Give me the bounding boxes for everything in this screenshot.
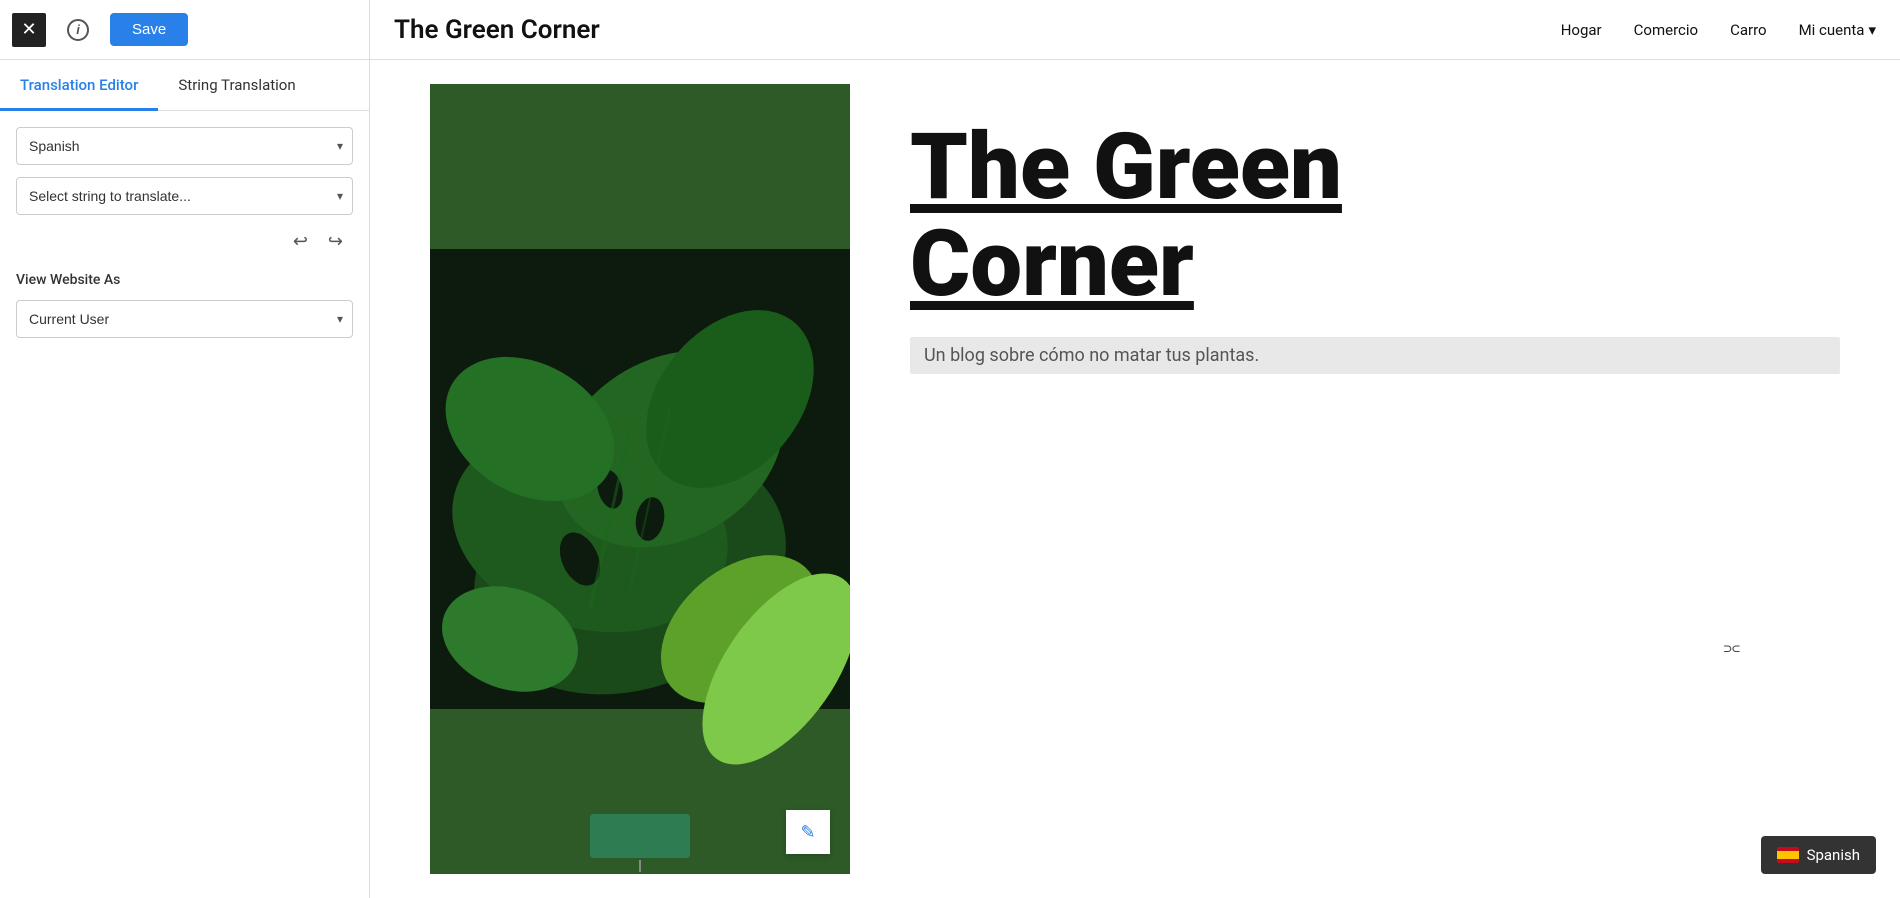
string-select[interactable]: Select string to translate...	[16, 177, 353, 215]
plant-image	[430, 84, 850, 874]
undo-button[interactable]: ↩	[287, 227, 314, 256]
website-frame: ✎ The Green Corner Un blog sobre cómo no…	[370, 60, 1900, 898]
spanish-badge[interactable]: Spanish	[1761, 836, 1876, 874]
content-area: ✎ The Green Corner Un blog sobre cómo no…	[370, 60, 1900, 898]
view-website-section: View Website As	[16, 268, 353, 288]
hero-title: The Green Corner	[910, 120, 1840, 313]
pencil-icon: ✎	[800, 822, 815, 843]
view-website-label: View Website As	[16, 272, 353, 288]
redo-button[interactable]: ↪	[322, 227, 349, 256]
nav-mi-cuenta[interactable]: Mi cuenta ▾	[1799, 21, 1876, 39]
language-select-wrapper: Spanish English French German ▾	[16, 127, 353, 165]
close-button[interactable]: ✕	[12, 13, 46, 47]
user-select-wrapper: Current User Visitor Admin ▾	[16, 300, 353, 338]
sidebar-content: Spanish English French German ▾ Select s…	[0, 111, 369, 354]
tab-string-translation[interactable]: String Translation	[158, 60, 315, 110]
sidebar: Translation Editor String Translation Sp…	[0, 60, 370, 898]
nav-comercio[interactable]: Comercio	[1634, 21, 1698, 39]
spanish-flag-icon	[1777, 847, 1799, 863]
main-layout: Translation Editor String Translation Sp…	[0, 60, 1900, 898]
scroll-indicator	[639, 860, 641, 872]
undo-redo-toolbar: ↩ ↪	[16, 227, 353, 256]
hero-text: The Green Corner Un blog sobre cómo no m…	[850, 60, 1900, 898]
hero-section: ✎ The Green Corner Un blog sobre cómo no…	[370, 60, 1900, 898]
info-button[interactable]: i	[62, 14, 94, 46]
redo-icon: ↪	[328, 231, 343, 251]
tab-translation-editor[interactable]: Translation Editor	[0, 60, 158, 110]
top-bar-left: ✕ i Save	[0, 0, 370, 59]
info-icon: i	[67, 19, 89, 41]
hero-subtitle: Un blog sobre cómo no matar tus plantas.	[910, 337, 1840, 374]
nav-carro[interactable]: Carro	[1730, 21, 1767, 39]
edit-pencil-button[interactable]: ✎	[786, 810, 830, 854]
hero-image-container: ✎	[430, 84, 850, 874]
green-cta-button[interactable]	[590, 814, 690, 858]
account-arrow-icon: ▾	[1868, 21, 1876, 39]
spanish-badge-label: Spanish	[1807, 846, 1860, 864]
save-button[interactable]: Save	[110, 13, 188, 46]
undo-icon: ↩	[293, 231, 308, 251]
language-select[interactable]: Spanish English French German	[16, 127, 353, 165]
top-bar: ✕ i Save The Green Corner Hogar Comercio…	[0, 0, 1900, 60]
nav-hogar[interactable]: Hogar	[1561, 21, 1602, 39]
user-select[interactable]: Current User Visitor Admin	[16, 300, 353, 338]
close-icon: ✕	[21, 19, 36, 40]
site-title: The Green Corner	[394, 15, 600, 45]
nav-links: Hogar Comercio Carro Mi cuenta ▾	[1561, 21, 1876, 39]
string-select-wrapper: Select string to translate... ▾	[16, 177, 353, 215]
tabs: Translation Editor String Translation	[0, 60, 369, 111]
top-bar-right: The Green Corner Hogar Comercio Carro Mi…	[370, 15, 1900, 45]
